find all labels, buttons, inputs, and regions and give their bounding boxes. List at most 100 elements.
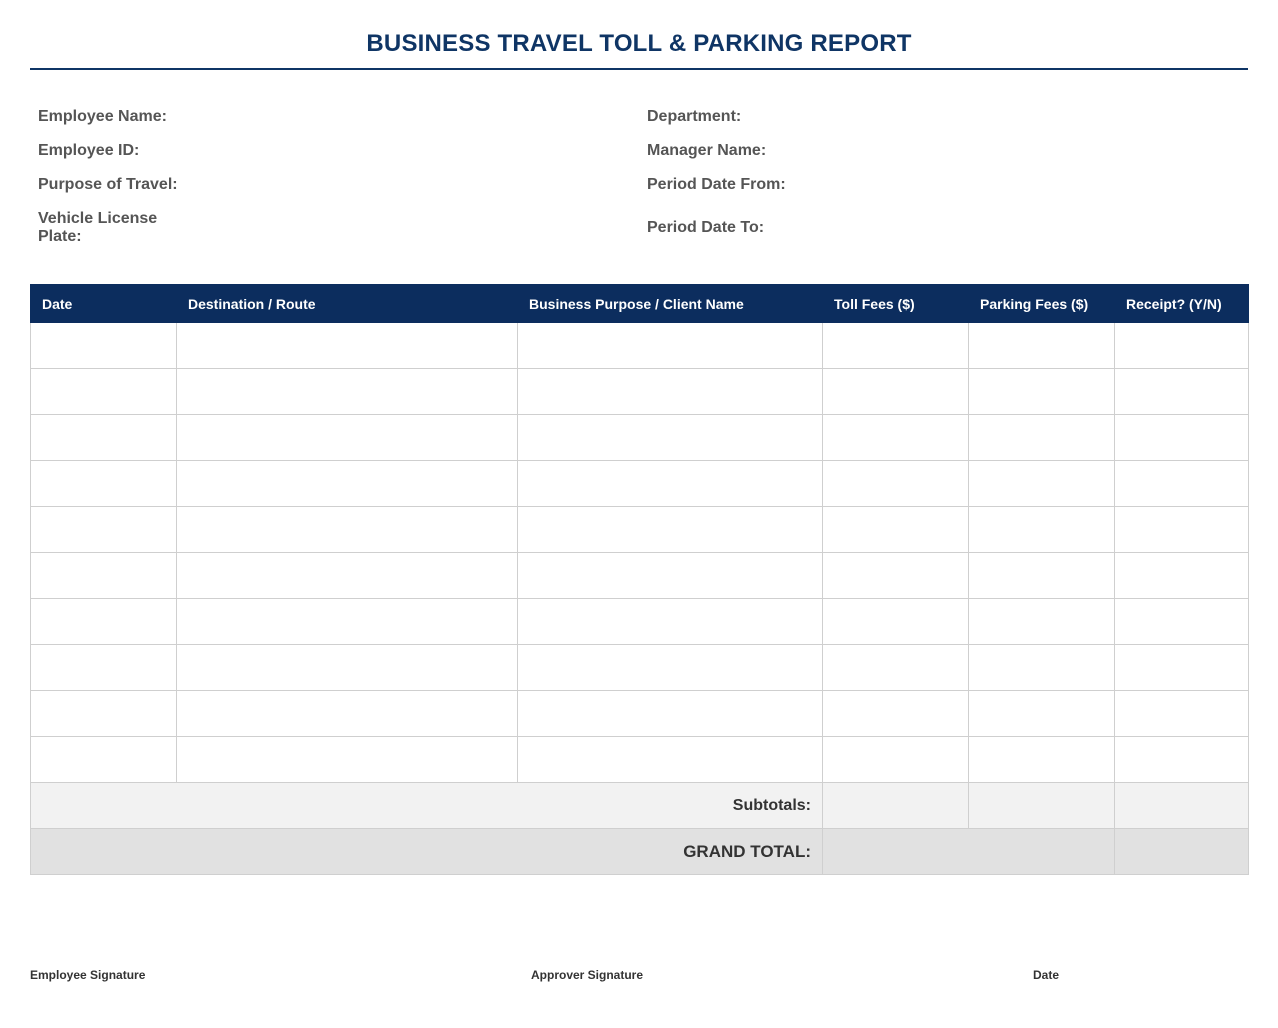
table-row bbox=[30, 368, 1249, 415]
employee-name-label: Employee Name: bbox=[38, 108, 167, 125]
manager-name-label: Manager Name: bbox=[647, 142, 767, 159]
date-cell[interactable] bbox=[30, 322, 177, 369]
toll-fees-cell[interactable] bbox=[822, 322, 969, 369]
receipt-cell[interactable] bbox=[1114, 322, 1249, 369]
business-purpose-cell[interactable] bbox=[517, 322, 823, 369]
subtotals-label: Subtotals: bbox=[30, 782, 823, 829]
employee-signature-label: Employee Signature bbox=[30, 968, 146, 982]
column-header-destination: Destination / Route bbox=[176, 284, 518, 323]
destination-cell[interactable] bbox=[176, 322, 518, 369]
table-row bbox=[30, 506, 1249, 553]
business-purpose-cell[interactable] bbox=[517, 414, 823, 461]
column-header-toll-fees: Toll Fees ($) bbox=[822, 284, 969, 323]
parking-fees-cell[interactable] bbox=[968, 644, 1115, 691]
date-cell[interactable] bbox=[30, 598, 177, 645]
destination-cell[interactable] bbox=[176, 598, 518, 645]
period-date-from-label: Period Date From: bbox=[647, 176, 786, 193]
subtotal-parking-fees-cell[interactable] bbox=[968, 782, 1115, 829]
parking-fees-cell[interactable] bbox=[968, 506, 1115, 553]
table-header-row: Date Destination / Route Business Purpos… bbox=[30, 284, 1249, 323]
business-purpose-cell[interactable] bbox=[517, 644, 823, 691]
receipt-cell[interactable] bbox=[1114, 460, 1249, 507]
parking-fees-cell[interactable] bbox=[968, 598, 1115, 645]
date-cell[interactable] bbox=[30, 460, 177, 507]
toll-fees-cell[interactable] bbox=[822, 368, 969, 415]
business-purpose-cell[interactable] bbox=[517, 690, 823, 737]
destination-cell[interactable] bbox=[176, 690, 518, 737]
parking-fees-cell[interactable] bbox=[968, 414, 1115, 461]
subtotal-toll-fees-cell[interactable] bbox=[822, 782, 969, 829]
subtotals-row: Subtotals: bbox=[30, 782, 1249, 829]
period-date-to-label: Period Date To: bbox=[647, 219, 765, 236]
business-purpose-cell[interactable] bbox=[517, 460, 823, 507]
destination-cell[interactable] bbox=[176, 414, 518, 461]
parking-fees-cell[interactable] bbox=[968, 736, 1115, 783]
toll-fees-cell[interactable] bbox=[822, 552, 969, 599]
destination-cell[interactable] bbox=[176, 506, 518, 553]
receipt-cell[interactable] bbox=[1114, 368, 1249, 415]
destination-cell[interactable] bbox=[176, 460, 518, 507]
business-purpose-cell[interactable] bbox=[517, 598, 823, 645]
grand-total-label: GRAND TOTAL: bbox=[30, 828, 823, 875]
table-row bbox=[30, 552, 1249, 599]
column-header-business-purpose: Business Purpose / Client Name bbox=[517, 284, 823, 323]
business-purpose-cell[interactable] bbox=[517, 736, 823, 783]
business-purpose-cell[interactable] bbox=[517, 552, 823, 599]
date-cell[interactable] bbox=[30, 414, 177, 461]
column-header-receipt: Receipt? (Y/N) bbox=[1114, 284, 1249, 323]
destination-cell[interactable] bbox=[176, 552, 518, 599]
parking-fees-cell[interactable] bbox=[968, 690, 1115, 737]
department-label: Department: bbox=[647, 108, 742, 125]
business-purpose-cell[interactable] bbox=[517, 368, 823, 415]
grand-total-empty-cell bbox=[1114, 828, 1249, 875]
toll-fees-cell[interactable] bbox=[822, 736, 969, 783]
purpose-of-travel-label: Purpose of Travel: bbox=[38, 176, 178, 193]
destination-cell[interactable] bbox=[176, 644, 518, 691]
toll-fees-cell[interactable] bbox=[822, 506, 969, 553]
report-title: BUSINESS TRAVEL TOLL & PARKING REPORT bbox=[366, 30, 912, 57]
date-cell[interactable] bbox=[30, 690, 177, 737]
title-divider bbox=[30, 68, 1248, 70]
employee-id-label: Employee ID: bbox=[38, 142, 140, 159]
toll-fees-cell[interactable] bbox=[822, 414, 969, 461]
business-purpose-cell[interactable] bbox=[517, 506, 823, 553]
table-row bbox=[30, 414, 1249, 461]
receipt-cell[interactable] bbox=[1114, 598, 1249, 645]
table-row bbox=[30, 322, 1249, 369]
table-row bbox=[30, 598, 1249, 645]
receipt-cell[interactable] bbox=[1114, 690, 1249, 737]
date-cell[interactable] bbox=[30, 368, 177, 415]
column-header-parking-fees: Parking Fees ($) bbox=[968, 284, 1115, 323]
date-cell[interactable] bbox=[30, 506, 177, 553]
parking-fees-cell[interactable] bbox=[968, 368, 1115, 415]
toll-fees-cell[interactable] bbox=[822, 690, 969, 737]
destination-cell[interactable] bbox=[176, 736, 518, 783]
toll-fees-cell[interactable] bbox=[822, 460, 969, 507]
subtotal-empty-cell bbox=[1114, 782, 1249, 829]
date-cell[interactable] bbox=[30, 552, 177, 599]
expense-table: Date Destination / Route Business Purpos… bbox=[30, 284, 1249, 875]
toll-fees-cell[interactable] bbox=[822, 644, 969, 691]
table-row bbox=[30, 460, 1249, 507]
date-cell[interactable] bbox=[30, 736, 177, 783]
parking-fees-cell[interactable] bbox=[968, 322, 1115, 369]
receipt-cell[interactable] bbox=[1114, 736, 1249, 783]
signature-date-label: Date bbox=[1033, 968, 1060, 982]
grand-total-value-cell[interactable] bbox=[822, 828, 1115, 875]
date-cell[interactable] bbox=[30, 644, 177, 691]
toll-fees-cell[interactable] bbox=[822, 598, 969, 645]
table-row bbox=[30, 644, 1249, 691]
destination-cell[interactable] bbox=[176, 368, 518, 415]
receipt-cell[interactable] bbox=[1114, 506, 1249, 553]
column-header-date: Date bbox=[30, 284, 177, 323]
receipt-cell[interactable] bbox=[1114, 644, 1249, 691]
grand-total-row: GRAND TOTAL: bbox=[30, 828, 1249, 875]
parking-fees-cell[interactable] bbox=[968, 460, 1115, 507]
receipt-cell[interactable] bbox=[1114, 552, 1249, 599]
approver-signature-label: Approver Signature bbox=[531, 968, 644, 982]
table-row bbox=[30, 690, 1249, 737]
parking-fees-cell[interactable] bbox=[968, 552, 1115, 599]
receipt-cell[interactable] bbox=[1114, 414, 1249, 461]
vehicle-license-plate-label: Vehicle License Plate: bbox=[38, 210, 158, 245]
report-page: BUSINESS TRAVEL TOLL & PARKING REPORT Em… bbox=[0, 0, 1278, 1028]
